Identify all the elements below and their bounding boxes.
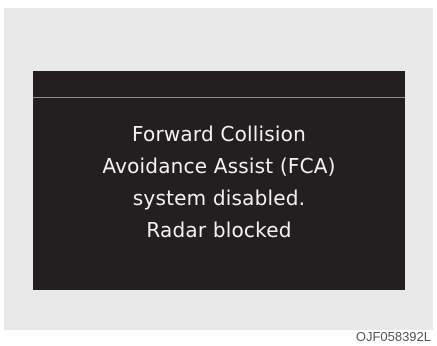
figure-code: OJF058392L bbox=[355, 329, 431, 344]
display-divider-line bbox=[33, 97, 405, 98]
warning-message: Forward Collision Avoidance Assist (FCA)… bbox=[33, 118, 405, 246]
cluster-display-screen: Forward Collision Avoidance Assist (FCA)… bbox=[33, 71, 405, 290]
warning-line-4: Radar blocked bbox=[146, 218, 292, 242]
warning-line-1: Forward Collision bbox=[132, 122, 306, 146]
warning-line-3: system disabled. bbox=[132, 186, 306, 210]
warning-line-2: Avoidance Assist (FCA) bbox=[102, 154, 336, 178]
